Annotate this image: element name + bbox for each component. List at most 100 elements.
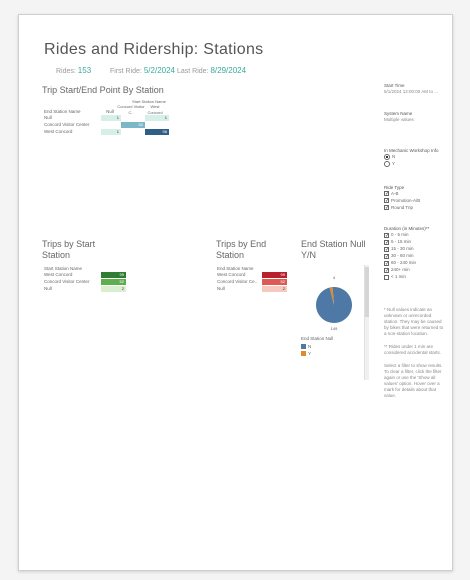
kpi-rides: Rides: 153 [56, 66, 91, 75]
checkbox-checked-icon[interactable]: ✓ [384, 246, 389, 252]
kpi-first-ride-value: 5/2/2024 [143, 66, 175, 75]
trips-end-row-label: Null [217, 286, 225, 291]
kpi-last-ride: Last Ride: 8/29/2024 [177, 66, 246, 75]
mechanic-option-y[interactable]: Y [384, 161, 446, 168]
ride-type-option[interactable]: ✓ Round Trip [384, 204, 446, 211]
checkbox-checked-icon[interactable]: ✓ [384, 239, 389, 245]
ride-type-option-label: Round Trip [391, 204, 414, 210]
checkbox-checked-icon[interactable]: ✓ [384, 253, 389, 259]
duration-option-label: < 1 min [391, 274, 406, 280]
duration-option-label: 30 - 60 min [391, 253, 414, 259]
duration-option[interactable]: ✓ 240+ min [384, 267, 446, 274]
legend-swatch-n [301, 344, 306, 349]
mechanic-option-label: N [392, 154, 396, 160]
pie-title: End Station Null Y/N [301, 239, 366, 261]
trips-start-row-label: West Concord [44, 272, 73, 277]
duration-option[interactable]: ✓ 15 - 30 min [384, 246, 446, 253]
trips-start-cell[interactable]: 52 [101, 279, 126, 285]
pie-label-y: 4 [333, 275, 336, 280]
checkbox-checked-icon[interactable]: ✓ [384, 198, 389, 204]
radio-icon[interactable] [384, 161, 390, 167]
duration-option[interactable]: ✓ 60 - 240 min [384, 260, 446, 267]
ride-type-option[interactable]: ✓ A-B [384, 190, 446, 197]
duration-option-label: 0 - 5 min [391, 232, 409, 238]
matrix-row-label: Null [44, 115, 52, 120]
duration-option[interactable]: ✓ 30 - 60 min [384, 253, 446, 260]
matrix-cell[interactable]: 52 [121, 122, 145, 128]
kpi-rides-label: Rides: [56, 68, 76, 75]
duration-option[interactable]: ✓ 0 - 5 min [384, 232, 446, 239]
ride-type-option[interactable]: ✓ Promotion-A/B [384, 197, 446, 204]
matrix-cell[interactable] [101, 122, 121, 128]
pie-scrollbar-thumb[interactable] [365, 267, 369, 317]
duration-option-label: 240+ min [391, 267, 410, 273]
matrix-cell[interactable]: 98 [145, 129, 169, 135]
pie-title-line2: Y/N [301, 250, 317, 260]
trips-start-title-line2: Station [42, 250, 71, 260]
kpi-first-ride-label: First Ride: [110, 68, 142, 75]
trips-start-header: Start Station Name [44, 266, 83, 271]
kpi-last-ride-label: Last Ride: [177, 68, 209, 75]
page-title: Rides and Ridership: Stations [44, 41, 264, 58]
trips-end-header: End Station Name [217, 266, 254, 271]
pie-legend: N Y [301, 343, 311, 357]
pie-legend-item-y[interactable]: Y [301, 350, 311, 357]
pie-scrollbar[interactable] [364, 265, 369, 380]
duration-option[interactable]: < 1 min [384, 274, 446, 281]
dashboard-page: Rides and Ridership: Stations Rides: 153… [18, 14, 453, 571]
trips-end-title: Trips by End Station [216, 239, 266, 261]
legend-swatch-y [301, 351, 306, 356]
note-short-rides: ** Rides under 1 min are considered acci… [384, 343, 442, 355]
trips-end-row-label: West Concord [217, 272, 246, 277]
trips-end-cell[interactable]: 99 [262, 272, 287, 278]
matrix-cell[interactable]: 1 [101, 115, 121, 121]
radio-selected-icon[interactable] [384, 154, 390, 160]
checkbox-checked-icon[interactable]: ✓ [384, 232, 389, 238]
note-null-values: * Null values indicate an unknown or unr… [384, 306, 444, 336]
trips-end-cell[interactable]: 52 [262, 279, 287, 285]
checkbox-checked-icon[interactable]: ✓ [384, 260, 389, 266]
kpi-first-ride: First Ride: 5/2/2024 [110, 66, 175, 75]
checkbox-checked-icon[interactable]: ✓ [384, 191, 389, 197]
matrix-row-label: Concord Visitor Center [44, 122, 90, 127]
duration-option[interactable]: ✓ 5 - 15 min [384, 239, 446, 246]
kpi-last-ride-value: 8/29/2024 [210, 66, 247, 75]
matrix-row-header: End Station Name [44, 109, 81, 114]
duration-option-label: 15 - 30 min [391, 246, 414, 252]
ride-type-option-label: Promotion-A/B [391, 197, 421, 203]
trips-start-cell[interactable]: 2 [101, 286, 126, 292]
checkbox-checked-icon[interactable]: ✓ [384, 267, 389, 273]
system-name-dropdown[interactable]: Multiple values [384, 117, 446, 123]
filter-sidebar: Start Time 5/1/2024 12:00:00 AM to ... S… [384, 83, 446, 399]
matrix-cell[interactable] [145, 122, 169, 128]
checkbox-icon[interactable] [384, 274, 389, 280]
trips-end-cell[interactable]: 2 [262, 286, 287, 292]
legend-label-y: Y [308, 350, 312, 356]
matrix-cell[interactable]: 1 [145, 115, 169, 121]
trips-start-row-label: Concord Visitor Center [44, 279, 90, 284]
pie-label-n: 149 [331, 326, 338, 331]
matrix-col-west-concord: West Concord [147, 104, 163, 115]
start-time-value[interactable]: 5/1/2024 12:00:00 AM to ... [384, 89, 446, 95]
matrix-cell[interactable]: 1 [101, 129, 121, 135]
matrix-title: Trip Start/End Point By Station [42, 85, 164, 95]
duration-option-label: 5 - 15 min [391, 239, 412, 245]
pie-title-line1: End Station Null [301, 239, 366, 249]
matrix-cell[interactable] [121, 129, 145, 135]
mechanic-option-n[interactable]: N [384, 154, 446, 161]
matrix-cell[interactable] [121, 115, 145, 121]
trips-end-title-line2: Station [216, 250, 245, 260]
pie-legend-title: End Station Null [301, 336, 334, 341]
trips-start-title-line1: Trips by Start [42, 239, 96, 249]
trips-start-cell[interactable]: 99 [101, 272, 126, 278]
ride-type-option-label: A-B [391, 190, 399, 196]
duration-option-label: 60 - 240 min [391, 260, 417, 266]
pie-legend-item-n[interactable]: N [301, 343, 311, 350]
legend-label-n: N [308, 343, 312, 349]
trips-start-row-label: Null [44, 286, 52, 291]
trips-end-title-line1: Trips by End [216, 239, 267, 249]
checkbox-checked-icon[interactable]: ✓ [384, 205, 389, 211]
pie-slices [316, 287, 352, 323]
pie-chart: 4 149 [316, 275, 352, 331]
mechanic-option-label: Y [392, 161, 396, 167]
